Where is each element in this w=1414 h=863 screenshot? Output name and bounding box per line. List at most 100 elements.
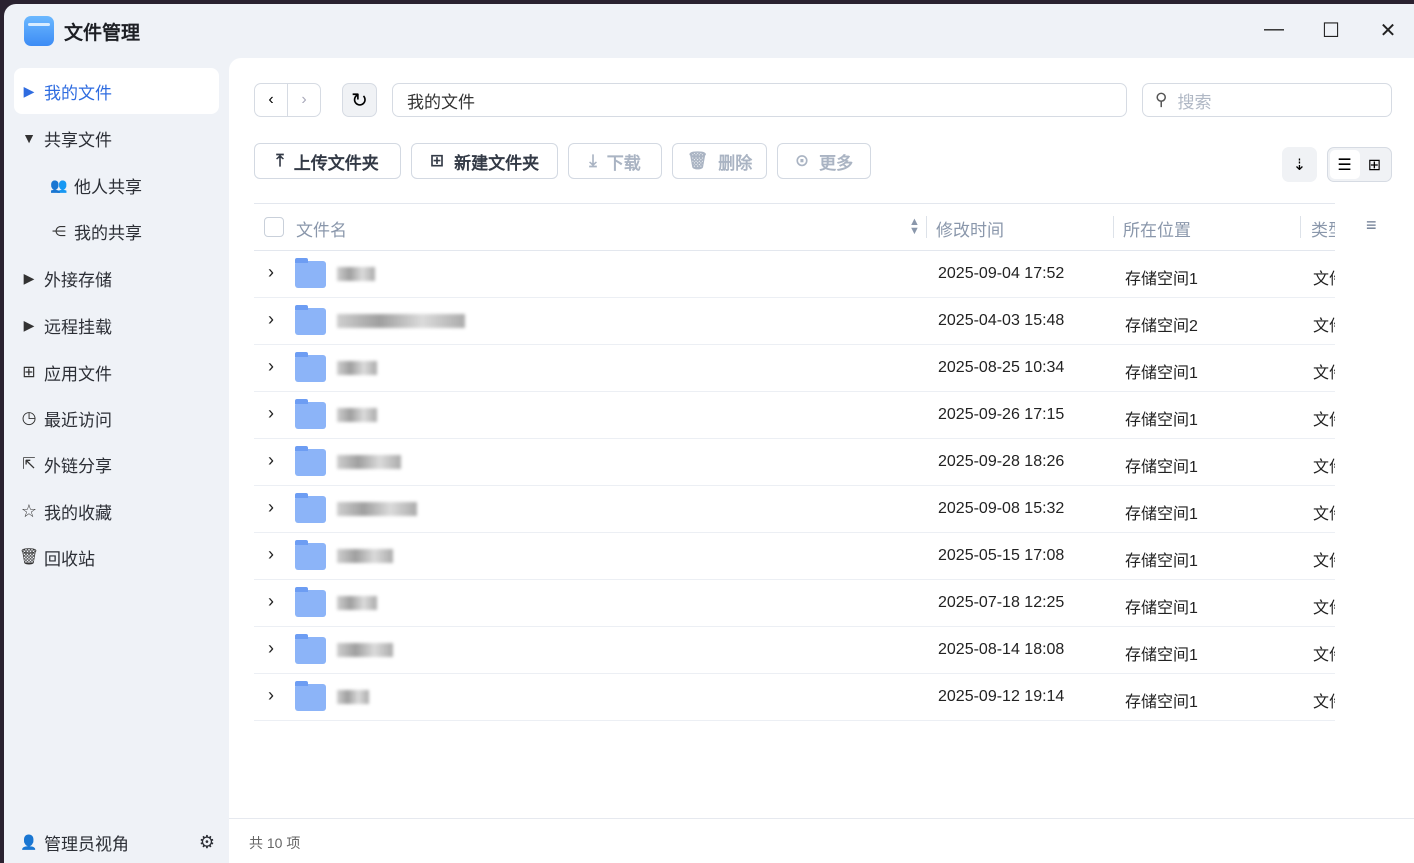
- expand-chevron-icon[interactable]: ›: [268, 309, 274, 330]
- expand-chevron-icon[interactable]: ›: [268, 591, 274, 612]
- label: 回收站: [44, 549, 95, 569]
- location: 存储空间1: [1125, 271, 1198, 288]
- type: 文件夹: [1313, 647, 1335, 664]
- modified-time: 2025-04-03 15:48: [938, 312, 1065, 329]
- sidebar-item-favorites[interactable]: ☆ 我的收藏: [14, 488, 219, 534]
- search-placeholder: 搜索: [1177, 92, 1212, 112]
- expand-chevron-icon[interactable]: ›: [268, 497, 274, 518]
- file-name-redacted: [337, 643, 393, 657]
- modified-time: 2025-09-12 19:14: [938, 688, 1065, 705]
- file-name-redacted: [337, 361, 377, 375]
- file-name-redacted: [337, 502, 417, 516]
- table-header: 文件名 ▲▼ 修改时间 所在位置 类型: [254, 203, 1335, 251]
- path-text: 我的文件: [407, 92, 475, 112]
- caret-down-icon: ▼: [22, 130, 36, 146]
- label: 远程挂载: [44, 317, 112, 337]
- status-bar: 共 10 项: [229, 818, 1414, 863]
- type: 文件夹: [1313, 600, 1335, 617]
- location: 存储空间1: [1125, 694, 1198, 711]
- file-manager-window: 文件管理 — ☐ ✕ ▶ 我的文件 ▼ 共享文件 👥 他人共享 ⋲ 我的共享 ▶ 外接存储…: [4, 4, 1414, 863]
- star-icon: ☆: [20, 500, 38, 521]
- table-row[interactable]: › 2025-08-25 10:34 存储空间1 文件夹: [254, 345, 1335, 392]
- location: 存储空间1: [1125, 600, 1198, 617]
- sort-button[interactable]: ⇣: [1282, 147, 1317, 182]
- expand-chevron-icon[interactable]: ›: [268, 356, 274, 377]
- expand-chevron-icon[interactable]: ›: [268, 544, 274, 565]
- list-view-icon[interactable]: ☰: [1329, 150, 1360, 179]
- sidebar-item-link-share[interactable]: ⇱ 外链分享: [14, 441, 219, 487]
- back-button[interactable]: ‹: [254, 83, 288, 117]
- table-row[interactable]: › 2025-04-03 15:48 存储空间2 文件夹: [254, 298, 1335, 345]
- table-row[interactable]: › 2025-09-04 17:52 存储空间1 文件夹: [254, 251, 1335, 298]
- table-row[interactable]: › 2025-07-18 12:25 存储空间1 文件夹: [254, 580, 1335, 627]
- gear-icon[interactable]: ⚙: [199, 832, 215, 853]
- column-modified[interactable]: 修改时间: [936, 216, 1004, 241]
- column-settings-icon[interactable]: ≡: [1366, 215, 1377, 236]
- folder-plus-icon: ⊞: [429, 151, 445, 170]
- chevron-right-icon: ›: [301, 91, 307, 108]
- expand-chevron-icon[interactable]: ›: [268, 403, 274, 424]
- more-button[interactable]: ⊙ 更多: [777, 143, 871, 179]
- caret-right-icon: ▶: [23, 316, 35, 333]
- table-row[interactable]: › 2025-09-26 17:15 存储空间1 文件夹: [254, 392, 1335, 439]
- forward-button[interactable]: ›: [287, 83, 321, 117]
- sort-arrows-icon[interactable]: ▲ ▼: [909, 217, 920, 237]
- users-icon: 👥: [50, 176, 68, 193]
- admin-view-button[interactable]: 👤 管理员视角 ⚙: [14, 819, 219, 863]
- sidebar-item-my-files[interactable]: ▶ 我的文件: [14, 68, 219, 114]
- label: 应用文件: [44, 364, 112, 384]
- folder-icon: [295, 634, 326, 664]
- expand-chevron-icon[interactable]: ›: [268, 450, 274, 471]
- sidebar-item-remote-mount[interactable]: ▶ 远程挂载: [14, 302, 219, 348]
- download-button[interactable]: ⤓ 下载: [568, 143, 662, 179]
- sidebar-item-shared-files[interactable]: ▼ 共享文件: [14, 115, 219, 161]
- search-input[interactable]: ⚲ 搜索: [1142, 83, 1392, 117]
- sidebar-item-others-shared[interactable]: 👥 他人共享: [14, 162, 219, 208]
- modified-time: 2025-08-25 10:34: [938, 359, 1065, 376]
- upload-folder-button[interactable]: ⤒ 上传文件夹: [254, 143, 401, 179]
- column-type[interactable]: 类型: [1311, 216, 1335, 241]
- sidebar-item-recent[interactable]: ◷ 最近访问: [14, 395, 219, 441]
- apps-icon: ⊞: [22, 364, 36, 381]
- file-name-redacted: [337, 549, 393, 563]
- location: 存储空间1: [1125, 365, 1198, 382]
- table-row[interactable]: › 2025-05-15 17:08 存储空间1 文件夹: [254, 533, 1335, 580]
- label: 新建文件夹: [454, 153, 540, 173]
- type: 文件夹: [1313, 506, 1335, 523]
- type: 文件夹: [1313, 553, 1335, 570]
- close-button[interactable]: ✕: [1373, 18, 1403, 43]
- maximize-button[interactable]: ☐: [1316, 18, 1346, 43]
- refresh-button[interactable]: ↻: [342, 83, 377, 117]
- grid-view-icon[interactable]: ⊞: [1360, 155, 1390, 175]
- sidebar-item-my-shares[interactable]: ⋲ 我的共享: [14, 208, 219, 254]
- expand-chevron-icon[interactable]: ›: [268, 685, 274, 706]
- expand-chevron-icon[interactable]: ›: [268, 638, 274, 659]
- table-row[interactable]: › 2025-08-14 18:08 存储空间1 文件夹: [254, 627, 1335, 674]
- file-name-redacted: [337, 314, 465, 328]
- file-name-redacted: [337, 455, 401, 469]
- folder-icon: [295, 305, 326, 335]
- sidebar-item-external-storage[interactable]: ▶ 外接存储: [14, 255, 219, 301]
- folder-icon: [295, 446, 326, 476]
- new-folder-button[interactable]: ⊞ 新建文件夹: [411, 143, 558, 179]
- delete-button[interactable]: 🗑 删除: [672, 143, 767, 179]
- select-all-checkbox[interactable]: [264, 217, 284, 237]
- column-name[interactable]: 文件名: [296, 216, 347, 241]
- label: 共享文件: [44, 130, 112, 150]
- table-row[interactable]: › 2025-09-28 18:26 存储空间1 文件夹: [254, 439, 1335, 486]
- main-panel: ‹ › ↻ 我的文件 ⚲ 搜索 ⤒ 上传文件夹 ⊞ 新建文件夹 ⤓ 下载 🗑 删除 ⊙ 更多…: [229, 58, 1414, 818]
- table-row[interactable]: › 2025-09-08 15:32 存储空间1 文件夹: [254, 486, 1335, 533]
- path-input[interactable]: 我的文件: [392, 83, 1127, 117]
- modified-time: 2025-08-14 18:08: [938, 641, 1065, 658]
- table-row[interactable]: › 2025-09-12 19:14 存储空间1 文件夹: [254, 674, 1335, 721]
- sidebar-item-trash[interactable]: 🗑 回收站: [14, 534, 219, 580]
- upload-icon: ⤒: [276, 151, 284, 170]
- sidebar-item-app-files[interactable]: ⊞ 应用文件: [14, 349, 219, 395]
- folder-icon: [295, 540, 326, 570]
- file-name-redacted: [337, 267, 375, 281]
- column-location[interactable]: 所在位置: [1123, 216, 1191, 241]
- location: 存储空间2: [1125, 318, 1198, 335]
- file-name-redacted: [337, 596, 377, 610]
- expand-chevron-icon[interactable]: ›: [268, 262, 274, 283]
- minimize-button[interactable]: —: [1259, 18, 1289, 41]
